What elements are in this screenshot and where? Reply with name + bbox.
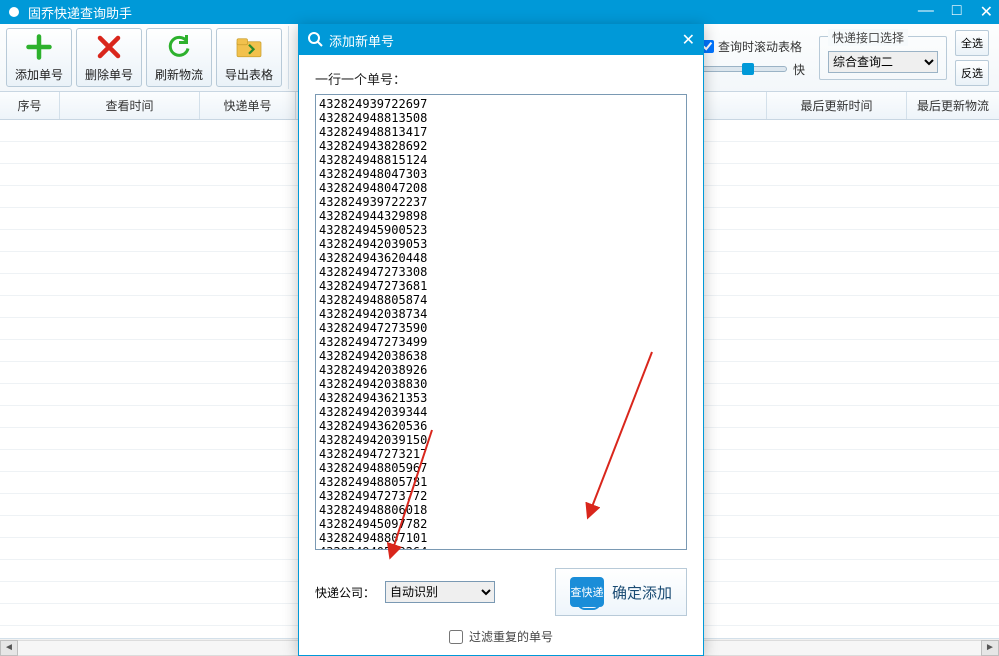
app-icon	[6, 4, 22, 20]
app-title: 固乔快递查询助手	[28, 3, 918, 22]
modal-titlebar: 添加新单号 ✕	[299, 25, 703, 55]
courier-company-select[interactable]: 自动识别	[385, 581, 495, 603]
close-icon[interactable]: ✕	[980, 2, 993, 22]
confirm-add-label: 确定添加	[612, 582, 672, 603]
col-tracking[interactable]: 快递单号	[200, 92, 296, 119]
scroll-right-arrow[interactable]: ►	[981, 640, 999, 656]
export-button[interactable]: 导出表格	[216, 28, 282, 87]
minimize-icon[interactable]: —	[918, 2, 934, 22]
interface-fieldset: 快递接口选择 综合查询二	[819, 36, 947, 80]
select-all-button[interactable]: 全选	[955, 30, 989, 56]
add-tracking-button[interactable]: 添加单号	[6, 28, 72, 87]
add-tracking-modal: 添加新单号 ✕ 一行一个单号： 快递公司： 自动识别 查快递 确定添加 过滤重复…	[298, 24, 704, 656]
company-label: 快递公司：	[315, 584, 375, 601]
invert-select-button[interactable]: 反选	[955, 60, 989, 86]
modal-title: 添加新单号	[329, 31, 682, 50]
interface-legend: 快递接口选择	[828, 29, 908, 46]
refresh-button[interactable]: 刷新物流	[146, 28, 212, 87]
delete-tracking-label: 删除单号	[85, 66, 133, 83]
col-query-time[interactable]: 查看时间	[60, 92, 200, 119]
one-per-line-label: 一行一个单号：	[315, 69, 687, 88]
tracking-numbers-textarea[interactable]	[316, 95, 686, 549]
x-icon	[94, 32, 124, 62]
filter-duplicates-label: 过滤重复的单号	[469, 628, 553, 645]
folder-icon	[234, 32, 264, 62]
refresh-label: 刷新物流	[155, 66, 203, 83]
filter-duplicates-checkbox[interactable]	[449, 630, 463, 644]
delete-tracking-button[interactable]: 删除单号	[76, 28, 142, 87]
modal-close-icon[interactable]: ✕	[682, 30, 695, 50]
modal-icon	[307, 31, 323, 50]
confirm-add-button[interactable]: 查快递 确定添加	[555, 568, 687, 616]
scroll-option-group: 查询时滚动表格 快	[695, 34, 811, 82]
speed-label: 快	[793, 61, 805, 78]
export-label: 导出表格	[225, 66, 273, 83]
maximize-icon[interactable]: □	[952, 2, 962, 22]
search-express-icon: 查快递	[570, 577, 604, 607]
col-last-update[interactable]: 最后更新时间	[767, 92, 907, 119]
titlebar: 固乔快递查询助手 — □ ✕	[0, 0, 999, 24]
add-tracking-label: 添加单号	[15, 66, 63, 83]
col-seq[interactable]: 序号	[0, 92, 60, 119]
refresh-icon	[164, 32, 194, 62]
plus-icon	[24, 32, 54, 62]
col-last-logistics[interactable]: 最后更新物流	[907, 92, 999, 119]
interface-select[interactable]: 综合查询二	[828, 51, 938, 73]
scroll-checkbox-label: 查询时滚动表格	[718, 38, 802, 55]
scroll-left-arrow[interactable]: ◄	[0, 640, 18, 656]
scroll-speed-slider[interactable]	[701, 66, 787, 72]
